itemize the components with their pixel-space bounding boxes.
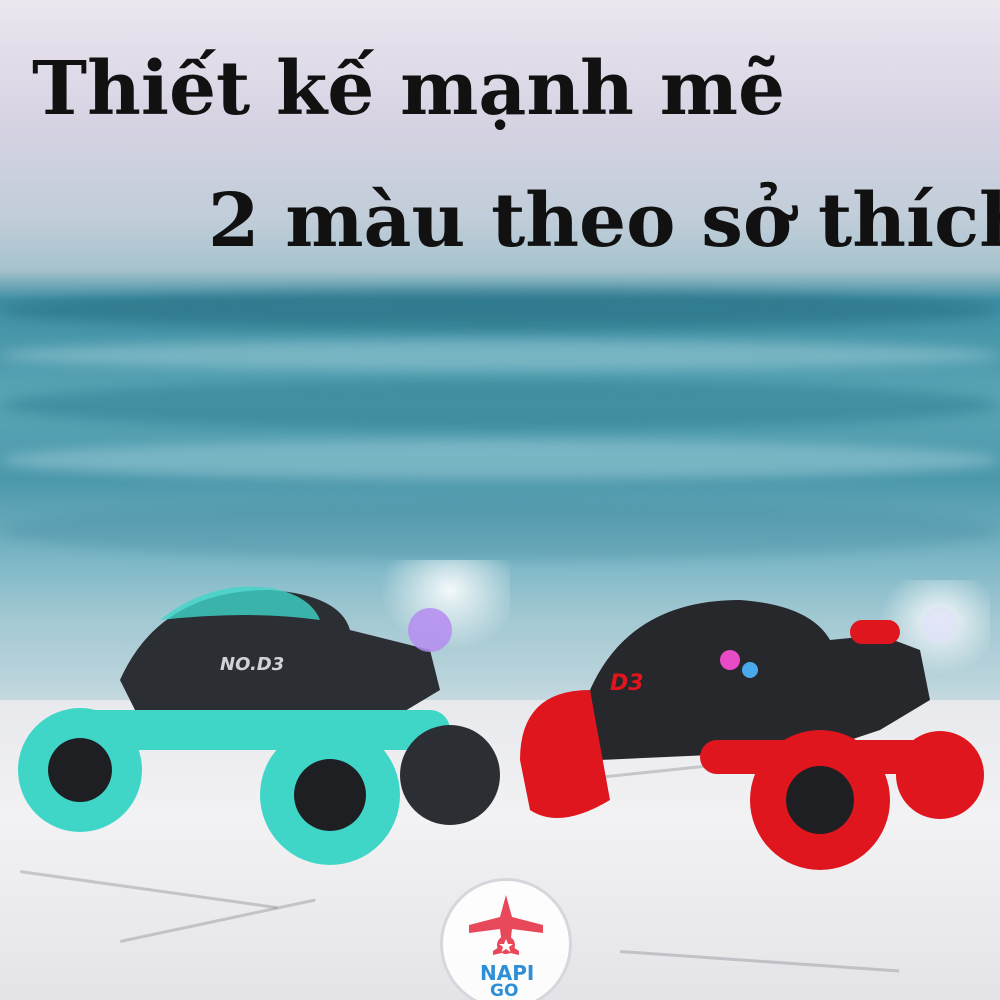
car-wheel-rear: [896, 731, 984, 819]
sea-wave: [0, 340, 1000, 370]
product-banner: Thiết kế mạnh mẽ 2 màu theo sở thích NO.…: [0, 0, 1000, 1000]
car-light: [720, 650, 740, 670]
car-light: [742, 662, 758, 678]
car-wheel-hub: [294, 759, 366, 831]
car-badge: D3: [610, 671, 644, 696]
sea-wave: [0, 290, 1000, 330]
car-wheel-hub: [48, 738, 112, 802]
car-wheel-back: [400, 725, 500, 825]
headline-line-2: 2 màu theo sở thích: [208, 178, 1000, 264]
logo-text-go: GO: [490, 981, 519, 1000]
sea-wave: [0, 380, 1000, 430]
mist-ball: [922, 607, 958, 643]
car-badge: NO.D3: [220, 654, 284, 675]
mist-nozzle: [408, 608, 452, 652]
headline-line-1: Thiết kế mạnh mẽ: [32, 46, 786, 132]
marble-vein: [119, 898, 316, 943]
marble-vein: [619, 950, 900, 973]
sea-wave: [0, 440, 1000, 480]
car-wheel-hub: [786, 766, 854, 834]
brand-logo: NAPI GO: [440, 878, 572, 1000]
red-stunt-car: D3: [520, 580, 990, 870]
airplane-star-icon: [469, 895, 543, 955]
car-trim: [160, 586, 320, 620]
mist-nozzle: [850, 620, 900, 644]
teal-stunt-car: NO.D3: [18, 560, 510, 865]
sea-wave: [0, 500, 1000, 560]
